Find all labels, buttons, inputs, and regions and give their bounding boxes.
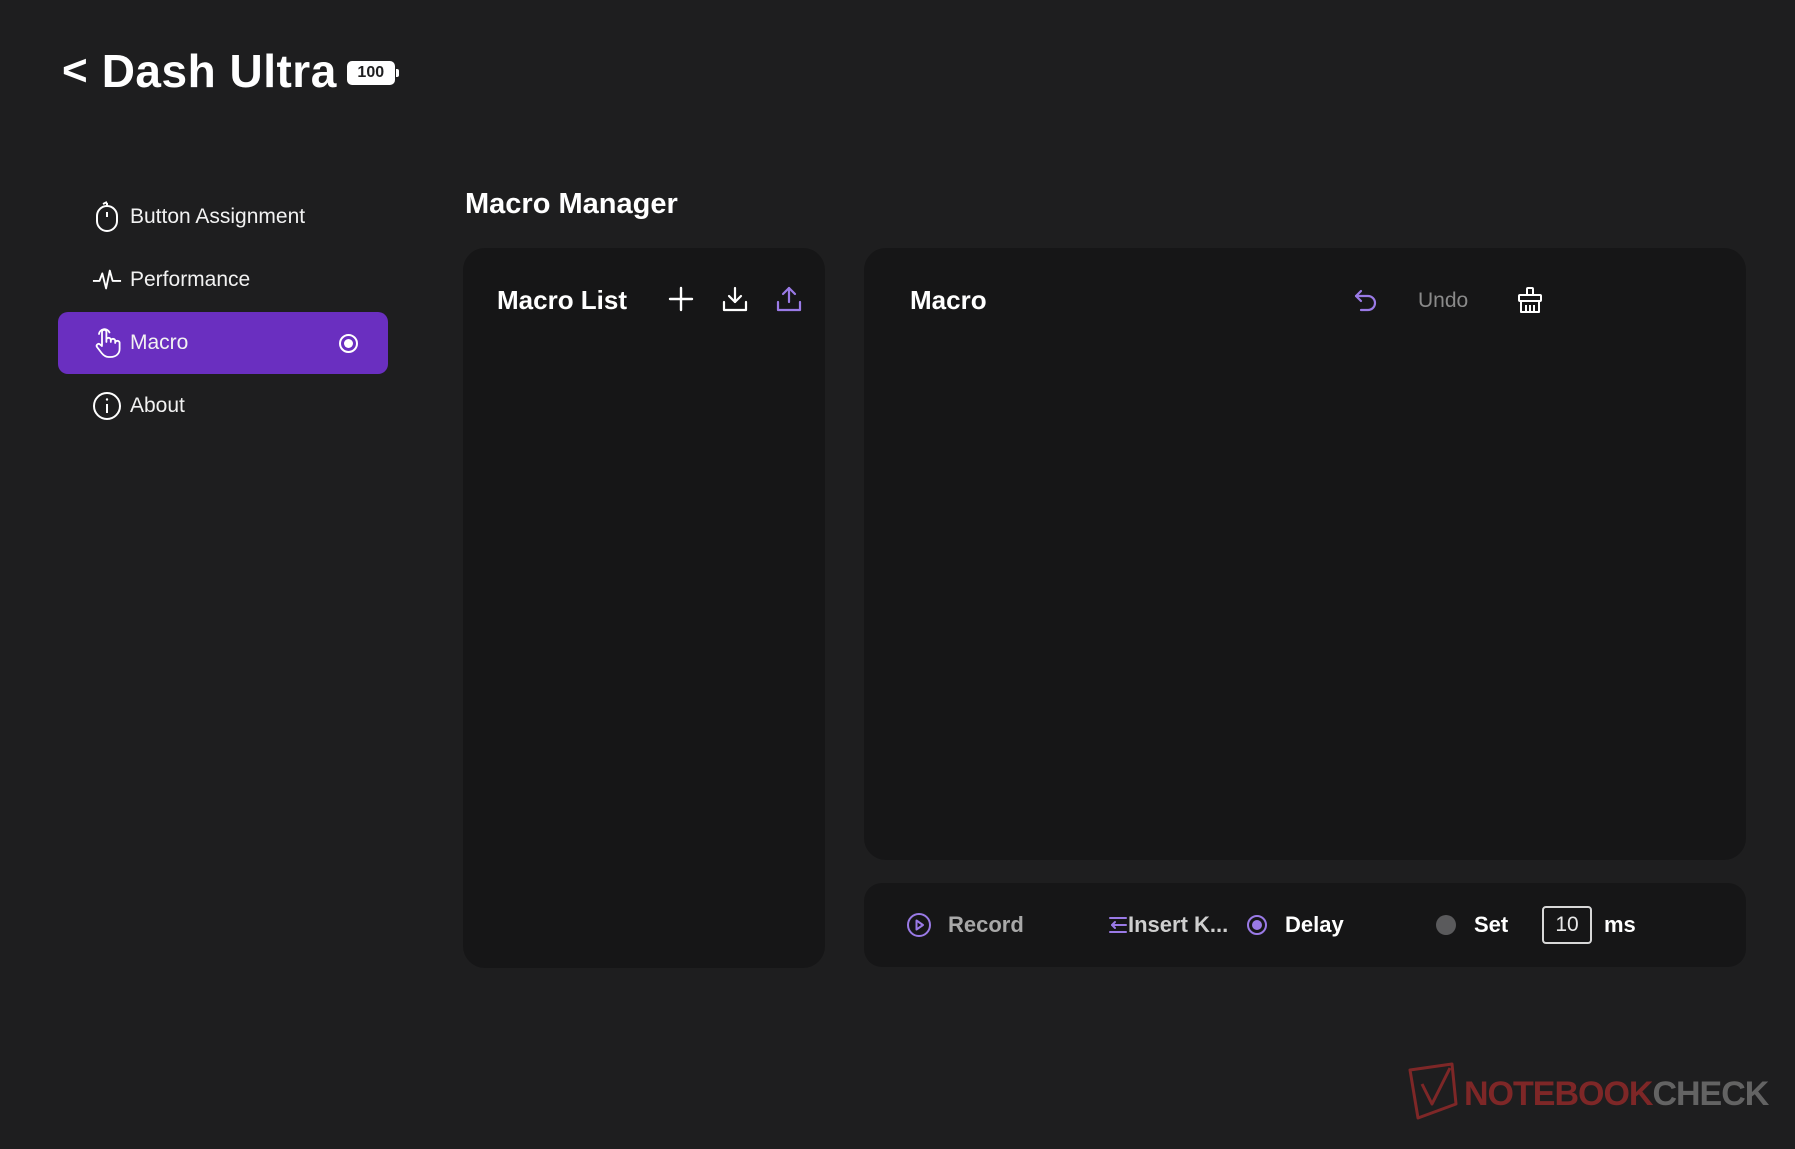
sidebar-item-label: Performance	[130, 268, 251, 291]
macro-list[interactable]	[483, 338, 805, 948]
active-indicator-icon	[339, 334, 358, 353]
delay-value-group: ms	[1542, 906, 1636, 944]
plus-icon	[668, 286, 694, 312]
watermark-logo-icon	[1408, 1062, 1458, 1120]
add-macro-button[interactable]	[665, 283, 697, 315]
clear-macro-button[interactable]	[1514, 284, 1546, 316]
delay-option[interactable]: Delay	[1247, 912, 1344, 938]
record-button[interactable]: Record	[906, 912, 1024, 938]
watermark-text-a: NOTEBOOK	[1464, 1074, 1653, 1113]
undo-label[interactable]: Undo	[1418, 289, 1468, 313]
sidebar-item-performance[interactable]: Performance	[58, 249, 388, 311]
battery-icon: 100	[346, 61, 399, 85]
sidebar-item-macro[interactable]: Macro	[58, 312, 388, 374]
undo-button[interactable]	[1350, 284, 1382, 316]
sidebar-item-label: Button Assignment	[130, 205, 306, 228]
clear-icon	[1518, 287, 1542, 313]
mouse-icon	[92, 201, 122, 232]
insert-key-label: Insert K...	[1128, 912, 1229, 937]
device-title: Dash Ultra	[101, 45, 337, 97]
back-button[interactable]: <	[62, 49, 88, 93]
download-icon	[722, 286, 748, 312]
page-title: Macro Manager	[465, 188, 678, 220]
set-label: Set	[1474, 912, 1509, 937]
watermark-text-b: CHECK	[1652, 1074, 1769, 1113]
ms-unit-label: ms	[1604, 912, 1636, 937]
sidebar: Button Assignment Performance Macro Abou…	[58, 186, 388, 438]
export-macro-button[interactable]	[773, 283, 805, 315]
header: < Dash Ultra 100	[62, 44, 399, 98]
macro-title: Macro	[910, 285, 987, 315]
sidebar-item-label: About	[130, 394, 185, 417]
watermark: NOTEBOOK CHECK	[1406, 1062, 1769, 1126]
sidebar-item-label: Macro	[130, 331, 189, 354]
sidebar-item-button-assignment[interactable]: Button Assignment	[58, 186, 388, 248]
play-icon	[907, 913, 931, 937]
insert-icon	[1109, 917, 1127, 933]
import-macro-button[interactable]	[719, 283, 751, 315]
info-icon	[92, 391, 122, 421]
sidebar-item-about[interactable]: About	[58, 375, 388, 437]
macro-list-title: Macro List	[497, 285, 628, 315]
macro-event-list[interactable]	[894, 338, 1716, 840]
hand-pointer-icon	[92, 328, 122, 358]
app-window: < Dash Ultra 100 Button Assignment Perfo…	[0, 0, 1795, 1149]
undo-icon	[1354, 289, 1377, 312]
set-option[interactable]: Set	[1436, 912, 1508, 938]
record-label: Record	[948, 912, 1024, 937]
insert-key-button[interactable]: Insert K...	[1106, 912, 1228, 938]
delay-ms-input[interactable]	[1542, 906, 1592, 944]
set-radio[interactable]	[1436, 915, 1456, 935]
macro-toolbar: Record Insert K... Delay Set ms	[864, 883, 1746, 967]
pulse-icon	[92, 265, 122, 295]
macro-list-panel: Macro List	[463, 248, 825, 968]
delay-radio[interactable]	[1247, 915, 1267, 935]
delay-label: Delay	[1285, 912, 1344, 937]
upload-icon	[776, 286, 802, 312]
macro-editor-panel: Macro Undo	[864, 248, 1746, 860]
battery-level: 100	[357, 64, 385, 81]
